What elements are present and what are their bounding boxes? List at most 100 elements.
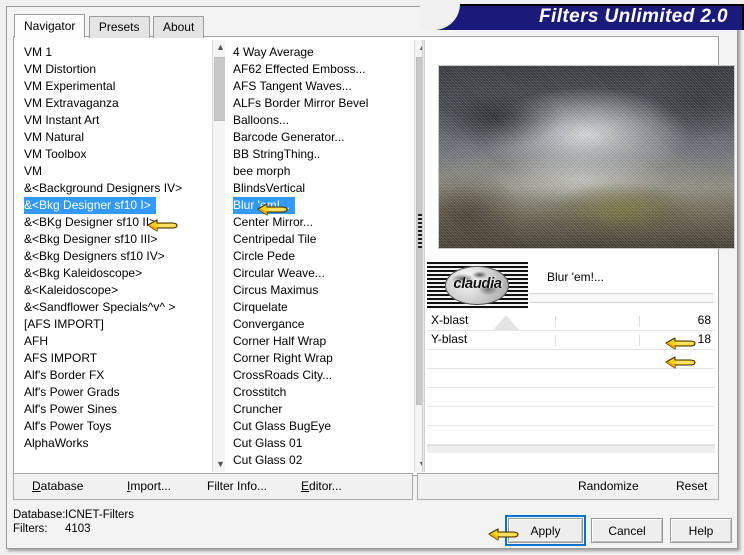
filter-list-items: 4 Way Average AF62 Effected Emboss... AFS … [225, 40, 413, 472]
filter-list-item[interactable]: AF62 Effected Emboss... [225, 61, 413, 78]
navigator-list-item[interactable]: VM Natural [16, 129, 212, 146]
action-bar-right: Randomize Reset [417, 473, 719, 500]
filters-unlimited-window: Filters Unlimited 2.0 Navigator Presets … [0, 0, 744, 555]
navigator-list-item[interactable]: AlphaWorks [16, 435, 212, 452]
tab-strip: Navigator Presets About [14, 14, 205, 38]
navigator-list-item[interactable]: Alf's Border FX [16, 367, 212, 384]
filter-list-item[interactable]: ALFs Border Mirror Bevel [225, 95, 413, 112]
preview-pane: claudia Blur 'em!... X-blast 68 Y-blast 18 [425, 40, 735, 472]
navigator-list-items: VM 1 VM Distortion VM Experimental VM Extra… [16, 40, 212, 472]
filter-list-item[interactable]: Blur 'em!... [225, 197, 413, 214]
navigator-list-item[interactable]: &<Bkg Designer sf10 III> [16, 231, 212, 248]
filter-list-item[interactable]: bee morph [225, 163, 413, 180]
navigator-list[interactable]: VM 1 VM Distortion VM Experimental VM Extra… [16, 40, 212, 472]
navigator-list-item[interactable]: Alf's Power Sines [16, 401, 212, 418]
claudia-watermark-thumbnail: claudia [427, 262, 528, 309]
slider-marker[interactable] [493, 315, 519, 330]
navigator-list-item[interactable]: &<Sandflower Specials^v^ > [16, 299, 212, 316]
navigator-list-item[interactable]: Alf's Power Toys [16, 418, 212, 435]
navigator-list-item[interactable]: &<Bkg Kaleidoscope> [16, 265, 212, 282]
filter-list[interactable]: 4 Way Average AF62 Effected Emboss... AFS … [225, 40, 413, 472]
parameter-label: Y-blast [431, 332, 468, 346]
help-button[interactable]: Help [670, 518, 732, 543]
parameter-value: 68 [697, 313, 711, 327]
import-label: mport... [130, 479, 172, 493]
parameter-tick [639, 316, 640, 327]
filter-list-item[interactable]: Cruncher [225, 401, 413, 418]
filter-info-label: Filter Info... [207, 479, 268, 493]
filter-list-item[interactable]: Cirquelate [225, 299, 413, 316]
database-label: atabase [40, 479, 84, 493]
filter-list-item[interactable]: Circle Pede [225, 248, 413, 265]
filter-header-row: claudia Blur 'em!... [425, 262, 717, 310]
status-database-label: Database: [13, 509, 66, 521]
filter-list-item[interactable]: Balloons... [225, 112, 413, 129]
navigator-list-item[interactable]: &<Background Designers IV> [16, 180, 212, 197]
tab-presets[interactable]: Presets [88, 16, 150, 38]
tab-about[interactable]: About [152, 16, 205, 38]
parameter-row[interactable]: X-blast 68 [427, 312, 715, 331]
title-banner: Filters Unlimited 2.0 [420, 0, 744, 30]
filter-list-item[interactable]: 4 Way Average [225, 44, 413, 61]
filter-name-underline [530, 293, 714, 303]
status-filters-row: Filters: 4103 [13, 522, 134, 536]
editor-button[interactable]: Editor... [301, 474, 342, 499]
navigator-list-item[interactable]: [AFS IMPORT] [16, 316, 212, 333]
navigator-list-item[interactable]: &<BKg Designer sf10 II> [16, 214, 212, 231]
navigator-list-item[interactable]: VM Extravaganza [16, 95, 212, 112]
filter-list-item[interactable]: Crosstitch [225, 384, 413, 401]
filter-list-item[interactable]: CrossRoads City... [225, 367, 413, 384]
filter-list-item[interactable]: Cut Glass 01 [225, 435, 413, 452]
cancel-button[interactable]: Cancel [591, 518, 663, 543]
content-panel: VM 1 VM Distortion VM Experimental VM Extra… [13, 36, 735, 476]
filter-list-item[interactable]: Convergance [225, 316, 413, 333]
navigator-list-item[interactable]: &<Kaleidoscope> [16, 282, 212, 299]
filter-info-button[interactable]: Filter Info... [207, 474, 267, 499]
filter-list-item[interactable]: Corner Half Wrap [225, 333, 413, 350]
filter-list-item[interactable]: Circus Maximus [225, 282, 413, 299]
filter-list-item[interactable]: AFS Tangent Waves... [225, 78, 413, 95]
parameter-label: X-blast [431, 313, 469, 327]
navigator-list-item[interactable]: VM Experimental [16, 78, 212, 95]
parameter-row-empty [427, 388, 715, 407]
parameter-row[interactable]: Y-blast 18 [427, 331, 715, 350]
tab-navigator[interactable]: Navigator [14, 14, 86, 38]
navigator-list-item[interactable]: VM [16, 163, 212, 180]
parameter-rows: X-blast 68 Y-blast 18 [427, 312, 715, 453]
parameter-row-empty [427, 407, 715, 426]
preview-image[interactable] [438, 65, 735, 249]
editor-accel: E [301, 479, 310, 493]
status-database-row: Database:ICNET-Filters [13, 508, 134, 522]
apply-button[interactable]: Apply [505, 515, 586, 546]
navigator-list-item[interactable]: AFS IMPORT [16, 350, 212, 367]
status-bar: Database:ICNET-Filters Filters: 4103 [13, 508, 134, 536]
filter-list-item[interactable]: BlindsVertical [225, 180, 413, 197]
import-button[interactable]: Import... [127, 474, 171, 499]
reset-button[interactable]: Reset [676, 474, 707, 499]
database-button[interactable]: Database [32, 474, 83, 499]
filter-list-item[interactable]: Circular Weave... [225, 265, 413, 282]
parameter-tick [639, 335, 640, 346]
filter-list-item[interactable]: BB StringThing.. [225, 146, 413, 163]
randomize-button[interactable]: Randomize [578, 474, 639, 499]
filter-list-item[interactable]: Corner Right Wrap [225, 350, 413, 367]
navigator-list-item[interactable]: AFH [16, 333, 212, 350]
parameter-row-empty [427, 350, 715, 369]
navigator-list-item[interactable]: Alf's Power Grads [16, 384, 212, 401]
navigator-list-item[interactable]: VM 1 [16, 44, 212, 61]
status-filters-value: 4103 [65, 523, 91, 535]
filter-list-item[interactable]: Cut Glass 02 [225, 452, 413, 469]
filter-list-item[interactable]: Cut Glass BugEye [225, 418, 413, 435]
filter-list-item[interactable]: Barcode Generator... [225, 129, 413, 146]
navigator-list-item[interactable]: VM Distortion [16, 61, 212, 78]
navigator-list-item[interactable]: VM Toolbox [16, 146, 212, 163]
navigator-list-item[interactable]: &<Bkg Designer sf10 I> [16, 197, 212, 214]
filter-list-item[interactable]: Centripedal Tile [225, 231, 413, 248]
preview-image-noise [439, 66, 734, 248]
filter-list-item[interactable]: Center Mirror... [225, 214, 413, 231]
navigator-list-item[interactable]: &<Bkg Designers sf10 IV> [16, 248, 212, 265]
selected-filter-name: Blur 'em!... [547, 270, 604, 284]
navigator-list-item-label-selected: &<Bkg Designer sf10 I> [24, 197, 156, 214]
navigator-list-item[interactable]: VM Instant Art [16, 112, 212, 129]
parameter-tick [555, 335, 556, 346]
